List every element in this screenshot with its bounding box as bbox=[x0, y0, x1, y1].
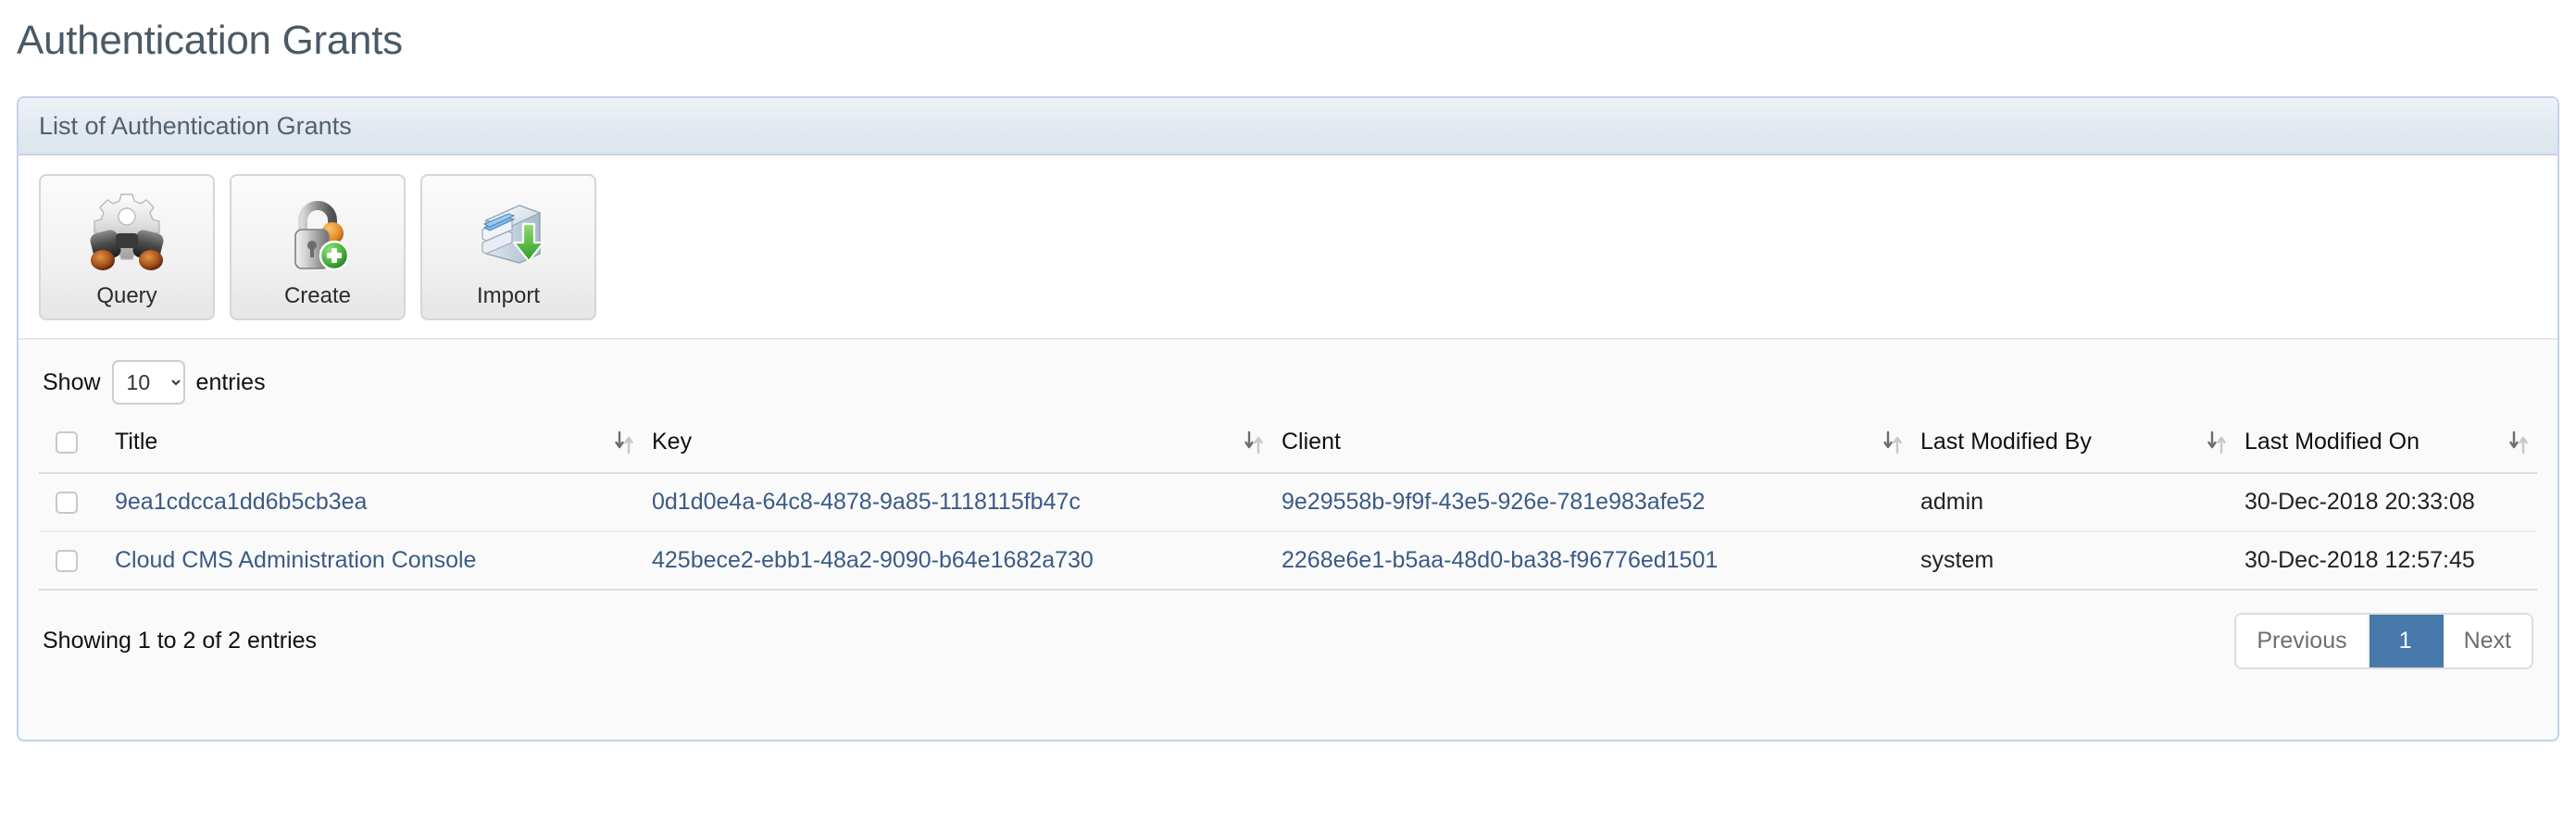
row-checkbox[interactable] bbox=[56, 492, 78, 515]
binoculars-gear-icon bbox=[84, 191, 169, 280]
page-title: Authentication Grants bbox=[17, 18, 403, 63]
authentication-grants-page: Authentication Grants List of Authentica… bbox=[0, 0, 2576, 835]
grants-table: Title Key Client Last Modified By Last M… bbox=[39, 419, 2537, 591]
grant-key-link[interactable]: 425bece2-ebb1-48a2-9090-b64e1682a730 bbox=[652, 547, 1094, 573]
row-checkbox[interactable] bbox=[56, 550, 78, 573]
column-header-key-label: Key bbox=[652, 429, 693, 455]
pagination-previous-button[interactable]: Previous bbox=[2236, 615, 2370, 667]
panel-bottom-filler bbox=[19, 700, 2557, 740]
column-header-client-label: Client bbox=[1282, 429, 1341, 455]
import-button-label: Import bbox=[476, 283, 540, 308]
column-header-title[interactable]: Title bbox=[106, 419, 643, 474]
cell-last-modified-by: system bbox=[1911, 531, 2235, 591]
cell-key: 0d1d0e4a-64c8-4878-9a85-1118115fb47c bbox=[643, 473, 1272, 532]
grants-panel: List of Authentication Grants Query Crea… bbox=[17, 96, 2559, 742]
column-header-last-modified-by[interactable]: Last Modified By bbox=[1911, 419, 2235, 474]
padlock-plus-icon bbox=[275, 191, 360, 280]
create-button-label: Create bbox=[283, 283, 352, 308]
grant-title-link[interactable]: 9ea1cdcca1dd6b5cb3ea bbox=[115, 489, 367, 515]
table-row: 9ea1cdcca1dd6b5cb3ea 0d1d0e4a-64c8-4878-… bbox=[39, 473, 2537, 532]
panel-heading: List of Authentication Grants bbox=[19, 98, 2557, 156]
create-button[interactable]: Create bbox=[230, 174, 406, 320]
column-header-last-modified-on-label: Last Modified On bbox=[2245, 429, 2420, 455]
cell-client: 9e29558b-9f9f-43e5-926e-781e983afe52 bbox=[1272, 473, 1911, 532]
cell-last-modified-by: admin bbox=[1911, 473, 2235, 532]
pagination-next-button[interactable]: Next bbox=[2443, 615, 2532, 667]
pagination-page-1-button[interactable]: 1 bbox=[2369, 615, 2444, 667]
query-button[interactable]: Query bbox=[39, 174, 215, 320]
action-button-bar: Query Create Import bbox=[19, 156, 2557, 340]
sort-icon bbox=[615, 430, 633, 455]
cell-last-modified-on: 30-Dec-2018 12:57:45 bbox=[2235, 531, 2537, 591]
column-header-key[interactable]: Key bbox=[643, 419, 1272, 474]
sort-icon bbox=[1244, 430, 1263, 455]
column-header-client[interactable]: Client bbox=[1272, 419, 1911, 474]
cell-title: 9ea1cdcca1dd6b5cb3ea bbox=[106, 473, 643, 532]
table-length-control: Show 10 25 50 100 entries bbox=[39, 340, 2537, 419]
table-body: 9ea1cdcca1dd6b5cb3ea 0d1d0e4a-64c8-4878-… bbox=[39, 473, 2537, 591]
grant-client-link[interactable]: 9e29558b-9f9f-43e5-926e-781e983afe52 bbox=[1282, 489, 1705, 515]
select-all-header bbox=[39, 419, 106, 474]
import-button[interactable]: Import bbox=[420, 174, 596, 320]
table-head: Title Key Client Last Modified By Last M… bbox=[39, 419, 2537, 474]
sort-icon bbox=[1883, 430, 1902, 455]
cell-title: Cloud CMS Administration Console bbox=[106, 531, 643, 591]
cell-key: 425bece2-ebb1-48a2-9090-b64e1682a730 bbox=[643, 531, 1272, 591]
row-select-cell bbox=[39, 473, 106, 532]
pagination: Previous 1 Next bbox=[2234, 613, 2533, 669]
grant-client-link[interactable]: 2268e6e1-b5aa-48d0-ba38-f96776ed1501 bbox=[1282, 547, 1718, 573]
grant-title-link[interactable]: Cloud CMS Administration Console bbox=[115, 547, 476, 573]
data-table-area: Show 10 25 50 100 entries bbox=[19, 340, 2557, 701]
grant-key-link[interactable]: 0d1d0e4a-64c8-4878-9a85-1118115fb47c bbox=[652, 489, 1081, 515]
cell-last-modified-on: 30-Dec-2018 20:33:08 bbox=[2235, 473, 2537, 532]
column-header-last-modified-on[interactable]: Last Modified On bbox=[2235, 419, 2537, 474]
table-header-row: Title Key Client Last Modified By Last M… bbox=[39, 419, 2537, 474]
cabinet-download-icon bbox=[466, 191, 551, 280]
table-row: Cloud CMS Administration Console 425bece… bbox=[39, 531, 2537, 591]
sort-icon bbox=[2207, 430, 2226, 455]
query-button-label: Query bbox=[96, 283, 157, 308]
row-select-cell bbox=[39, 531, 106, 591]
length-suffix-label: entries bbox=[195, 368, 266, 395]
length-prefix-label: Show bbox=[43, 368, 101, 395]
column-header-title-label: Title bbox=[115, 429, 158, 455]
column-header-last-modified-by-label: Last Modified By bbox=[1920, 429, 2092, 455]
panel-heading-title: List of Authentication Grants bbox=[39, 111, 352, 140]
cell-client: 2268e6e1-b5aa-48d0-ba38-f96776ed1501 bbox=[1272, 531, 1911, 591]
entries-per-page-select[interactable]: 10 25 50 100 bbox=[111, 360, 185, 405]
select-all-checkbox[interactable] bbox=[56, 431, 78, 455]
sort-icon bbox=[2509, 430, 2528, 455]
table-info-text: Showing 1 to 2 of 2 entries bbox=[43, 627, 318, 654]
table-footer: Showing 1 to 2 of 2 entries Previous 1 N… bbox=[39, 591, 2537, 701]
